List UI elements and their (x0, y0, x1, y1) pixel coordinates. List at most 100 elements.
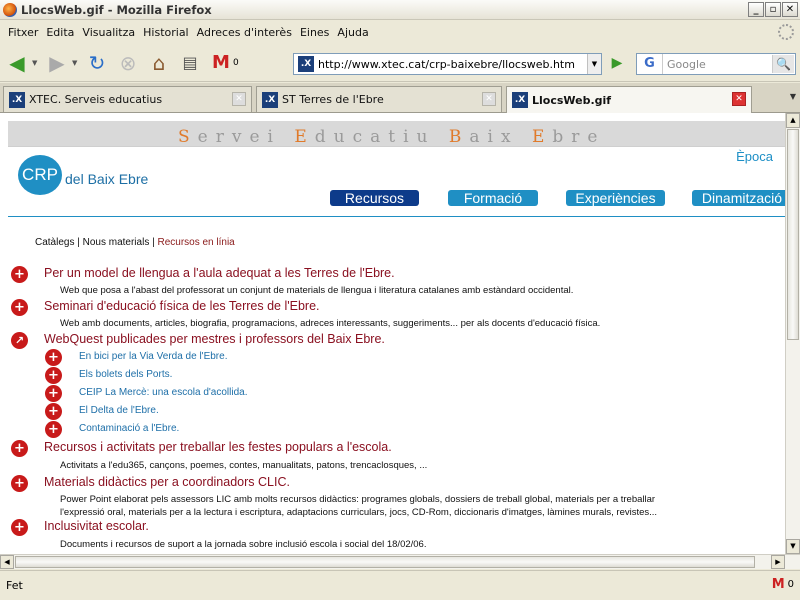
entry-description: Web amb documents, articles, biografia, … (60, 318, 601, 329)
stop-icon[interactable]: ⊗ (114, 49, 142, 77)
forward-icon[interactable]: ▶ (43, 49, 71, 77)
scroll-left-icon[interactable]: ◀ (0, 555, 14, 569)
entry-description: l'expressió oral, materials per a la lec… (60, 507, 658, 518)
horizontal-scrollbar[interactable]: ◀ ▶ (0, 554, 800, 569)
plus-icon[interactable]: + (45, 421, 62, 438)
plus-icon[interactable]: + (45, 349, 62, 366)
page-viewport: Servei Educatiu Baix Ebre CRP del Baix E… (0, 113, 785, 554)
scroll-up-icon[interactable]: ▲ (786, 113, 800, 128)
arrow-icon[interactable]: ↗ (11, 332, 28, 349)
entry-description: Activitats a l'edu365, cançons, poemes, … (60, 460, 428, 471)
horizontal-scroll-thumb[interactable] (15, 556, 755, 568)
nav-experiencies[interactable]: Experiències (566, 190, 665, 206)
vertical-scrollbar[interactable]: ▲ ▼ (785, 113, 800, 554)
crp-logo-text[interactable]: del Baix Ebre (65, 171, 148, 187)
tab-close-icon[interactable]: ✕ (232, 92, 246, 106)
scroll-down-icon[interactable]: ▼ (786, 539, 800, 554)
gmail-icon[interactable]: M (207, 49, 235, 77)
nav-dinamitzacio[interactable]: Dinamització (692, 190, 785, 206)
nav-formacio[interactable]: Formació (448, 190, 538, 206)
scroll-right-icon[interactable]: ▶ (771, 555, 785, 569)
plus-icon[interactable]: + (11, 266, 28, 283)
crp-logo[interactable]: CRP (18, 155, 62, 195)
forward-dropdown-icon[interactable]: ▼ (72, 59, 80, 67)
webquest-link[interactable]: El Delta de l'Ebre. (79, 405, 159, 416)
gmail-count: 0 (787, 579, 794, 590)
webquest-link[interactable]: CEIP La Mercè: una escola d'acollida. (79, 387, 248, 398)
back-icon[interactable]: ◀ (3, 49, 31, 77)
tab-st-terres[interactable]: .X ST Terres de l'Ebre ✕ (256, 86, 502, 112)
crumb-nous-materials[interactable]: Nous materials (83, 237, 150, 248)
reload-icon[interactable]: ↻ (83, 49, 111, 77)
site-favicon-icon: .X (298, 56, 314, 72)
entry-link[interactable]: WebQuest publicades per mestres i profes… (44, 332, 385, 346)
webquest-link[interactable]: En bici per la Via Verda de l'Ebre. (79, 351, 227, 362)
entry-link[interactable]: Per un model de llengua a l'aula adequat… (44, 266, 395, 280)
entry-link[interactable]: Materials didàctics per a coordinadors C… (44, 475, 290, 489)
tab-list-dropdown-icon[interactable]: ▼ (790, 92, 796, 101)
go-icon[interactable]: ▶ (607, 55, 627, 73)
menu-bar: Fitxer Edita Visualitza Historial Adrece… (0, 21, 800, 43)
plus-icon[interactable]: + (11, 299, 28, 316)
search-input[interactable]: Google (667, 58, 706, 71)
header-divider (8, 216, 785, 217)
crumb-recursos-linia[interactable]: Recursos en línia (157, 237, 234, 248)
google-engine-icon[interactable]: G (637, 54, 663, 74)
url-bar[interactable]: .X http://www.xtec.cat/crp-baixebre/lloc… (293, 53, 602, 75)
entry-description: Power Point elaborat pels assessors LIC … (60, 494, 656, 505)
window-title: LlocsWeb.gif - Mozilla Firefox (21, 2, 212, 17)
close-button[interactable]: ✕ (782, 2, 798, 17)
print-icon[interactable]: ▤ (176, 49, 204, 77)
back-dropdown-icon[interactable]: ▼ (32, 59, 40, 67)
crumb-catalegs[interactable]: Catàlegs (35, 237, 74, 248)
epoca-link[interactable]: Època (736, 149, 773, 164)
entry-link[interactable]: Recursos i activitats per treballar les … (44, 440, 392, 454)
gmail-notifier[interactable]: M0 (772, 577, 794, 592)
menu-adreces[interactable]: Adreces d'interès (197, 26, 292, 39)
webquest-link[interactable]: Els bolets dels Ports. (79, 369, 172, 380)
firefox-icon (3, 2, 17, 17)
menu-historial[interactable]: Historial (143, 26, 188, 39)
home-icon[interactable]: ⌂ (145, 49, 173, 77)
plus-icon[interactable]: + (11, 440, 28, 457)
window-titlebar: LlocsWeb.gif - Mozilla Firefox _ ▫ ✕ (0, 0, 800, 20)
menu-visualitza[interactable]: Visualitza (82, 26, 135, 39)
search-box[interactable]: G Google 🔍 (636, 53, 796, 75)
menu-fitxer[interactable]: Fitxer (8, 26, 38, 39)
plus-icon[interactable]: + (45, 403, 62, 420)
menu-ajuda[interactable]: Ajuda (337, 26, 368, 39)
gmail-icon: M (771, 577, 785, 592)
tab-label: ST Terres de l'Ebre (282, 93, 384, 106)
vertical-scroll-thumb[interactable] (787, 129, 799, 340)
tab-favicon-icon: .X (262, 91, 278, 108)
tab-label: LlocsWeb.gif (532, 93, 612, 107)
entry-link[interactable]: Seminari d'educació física de les Terres… (44, 299, 320, 313)
status-bar: Fet M0 (0, 570, 800, 600)
plus-icon[interactable]: + (45, 367, 62, 384)
nav-recursos[interactable]: Recursos (330, 190, 419, 206)
breadcrumb: Catàlegs | Nous materials | Recursos en … (35, 237, 235, 248)
tab-favicon-icon: .X (512, 92, 528, 108)
url-text[interactable]: http://www.xtec.cat/crp-baixebre/llocswe… (318, 58, 575, 71)
url-history-dropdown-icon[interactable]: ▼ (587, 54, 601, 74)
site-banner: Servei Educatiu Baix Ebre (8, 121, 785, 147)
tab-xtec[interactable]: .X XTEC. Serveis educatius ✕ (3, 86, 252, 112)
throbber-icon (778, 24, 794, 40)
search-icon[interactable]: 🔍 (772, 55, 794, 73)
tab-close-icon[interactable]: ✕ (732, 92, 746, 106)
menu-edita[interactable]: Edita (46, 26, 74, 39)
entry-description: Web que posa a l'abast del professorat u… (60, 285, 574, 296)
webquest-link[interactable]: Contaminació a l'Ebre. (79, 423, 179, 434)
minimize-button[interactable]: _ (748, 2, 764, 17)
gmail-count: 0 (233, 57, 239, 68)
plus-icon[interactable]: + (11, 475, 28, 492)
tab-llocsweb[interactable]: .X LlocsWeb.gif ✕ (506, 86, 752, 113)
entry-description: Documents i recursos de suport a la jorn… (60, 539, 427, 550)
entry-link[interactable]: Inclusivitat escolar. (44, 519, 149, 533)
maximize-button[interactable]: ▫ (765, 2, 781, 17)
menu-eines[interactable]: Eines (300, 26, 329, 39)
tab-close-icon[interactable]: ✕ (482, 92, 496, 106)
plus-icon[interactable]: + (11, 519, 28, 536)
plus-icon[interactable]: + (45, 385, 62, 402)
tab-bar: .X XTEC. Serveis educatius ✕ .X ST Terre… (0, 83, 800, 113)
